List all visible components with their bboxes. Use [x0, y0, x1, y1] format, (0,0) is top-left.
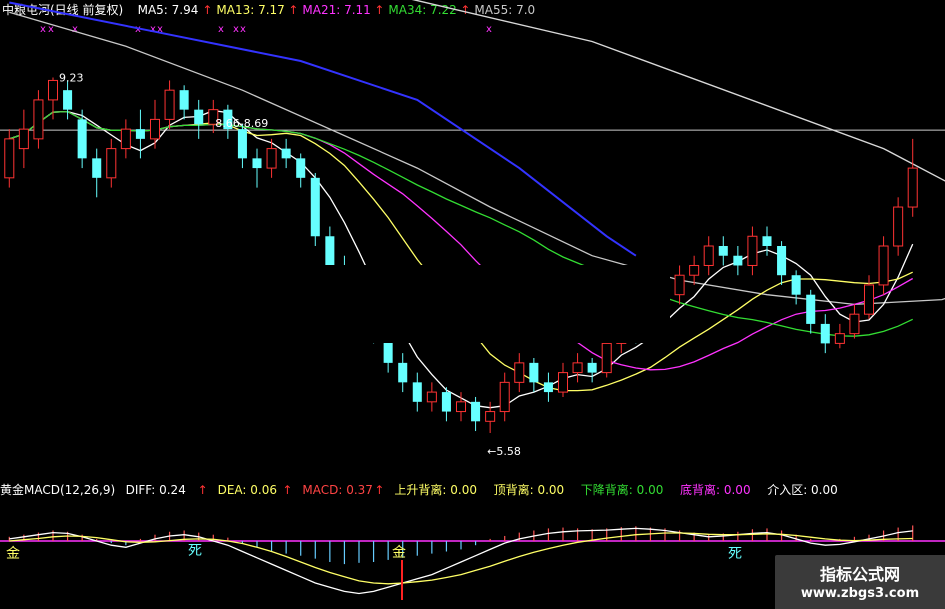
candle-body-19 [281, 148, 291, 159]
macd-header-item-4: 上升背离: 0.00 [394, 482, 477, 497]
candle-body-9 [135, 129, 145, 139]
macd-header-item-1: DIFF: 0.24 [126, 483, 186, 497]
candle-body-20 [296, 158, 306, 178]
overlay-box-top [535, 0, 945, 140]
macd-header-item-5: 顶背离: 0.00 [494, 482, 565, 497]
candle-body-52 [762, 236, 772, 246]
candle-body-7 [106, 148, 117, 179]
candle-body-18 [266, 148, 277, 169]
candle-body-58 [849, 313, 860, 335]
candle-body-34 [499, 381, 510, 413]
ma-label-1: MA13: 7.17 [216, 3, 284, 17]
candle-body-62 [907, 167, 918, 208]
candle-body-36 [529, 362, 539, 383]
candle-body-49 [718, 246, 728, 256]
candle-body-5 [77, 119, 87, 159]
overlay-box-middle [272, 265, 670, 343]
candle-body-38 [557, 372, 569, 393]
ma-label-0: MA5: 7.94 [138, 3, 199, 17]
ma-label-4: MA55: 7.08 [474, 3, 542, 17]
macd-header-item-7: 底背离: 0.00 [680, 482, 751, 497]
candle-body-6 [92, 158, 102, 178]
candle-body-0 [4, 138, 15, 179]
dead-cross-1: 死 [188, 543, 202, 559]
stock-chart-svg: 中粮屯河(日线 前复权) MA5: 7.94 ↑ MA13: 7.17 ↑ MA21: 7… [0, 0, 945, 600]
candle-body-33 [485, 411, 496, 422]
candle-body-59 [863, 284, 875, 315]
candle-body-13 [194, 109, 204, 125]
macd-header-arrow-2: ↑ [282, 483, 292, 497]
candle-body-11 [164, 89, 175, 120]
candle-body-3 [47, 79, 59, 101]
signal-marker-6: x [218, 24, 224, 35]
candle-body-22 [325, 236, 335, 266]
candle-body-21 [310, 177, 320, 237]
candle-body-51 [747, 235, 758, 266]
candle-body-61 [893, 206, 904, 247]
candle-body-32 [471, 401, 481, 422]
candle-body-17 [252, 158, 262, 169]
ma-arrow-1: ↑ [288, 3, 298, 17]
candle-body-55 [806, 294, 816, 324]
signal-marker-0: x [40, 24, 46, 35]
range-label: 8.66-8.69 [215, 117, 268, 130]
candle-body-30 [441, 392, 451, 412]
watermark-line1: 指标公式网 [819, 565, 900, 584]
candle-body-27 [398, 362, 408, 383]
dead-cross-2: 死 [728, 546, 742, 562]
candle-body-57 [834, 333, 845, 344]
candle-body-41 [601, 342, 612, 374]
candle-body-16 [237, 129, 247, 159]
gold-cross-1: 金 [6, 546, 20, 562]
candle-body-48 [703, 245, 714, 266]
candle-body-37 [543, 382, 553, 393]
macd-header-item-3: MACD: 0.37 [302, 483, 373, 497]
candle-body-47 [689, 264, 700, 276]
candle-body-56 [820, 323, 830, 344]
signal-marker-8: x [240, 24, 246, 35]
candle-body-2 [33, 99, 44, 140]
candle-body-31 [455, 401, 467, 413]
ma-label-3: MA34: 7.22 [388, 3, 456, 17]
candle-body-60 [878, 245, 889, 286]
signal-marker-2: x [72, 24, 78, 35]
candle-body-1 [18, 128, 29, 150]
macd-header-item-2: DEA: 0.06 [218, 483, 277, 497]
macd-header-arrow-3: ↑ [374, 483, 384, 497]
ma-arrow-2: ↑ [374, 3, 384, 17]
candle-body-29 [426, 391, 437, 403]
signal-marker-4: x [150, 24, 156, 35]
candle-body-53 [777, 246, 787, 276]
signal-marker-9: x [486, 24, 492, 35]
candle-body-8 [120, 128, 131, 150]
macd-header-item-8: 介入区: 0.00 [767, 483, 838, 497]
candle-body-39 [572, 362, 583, 374]
stock-chart-window: 中粮屯河(日线 前复权) MA5: 7.94 ↑ MA13: 7.17 ↑ MA21: 7… [0, 0, 945, 609]
candle-body-4 [63, 90, 73, 110]
ma-label-2: MA21: 7.11 [302, 3, 370, 17]
signal-marker-7: x [233, 24, 239, 35]
ma-arrow-3: ↑ [460, 3, 470, 17]
candle-body-46 [674, 274, 685, 296]
high-price-label: 9.23 [59, 72, 84, 85]
candle-body-50 [733, 255, 743, 266]
candle-body-35 [514, 362, 525, 383]
candle-body-28 [412, 382, 422, 402]
gold-cross-2: 金 [392, 545, 406, 561]
macd-header-item-0: 黄金MACD(12,26,9) [0, 482, 115, 497]
watermark-badge: 指标公式网 www.zbgs3.com [775, 555, 945, 609]
candle-body-12 [179, 90, 189, 110]
candle-body-40 [587, 362, 597, 373]
ma-arrow-0: ↑ [202, 3, 212, 17]
macd-header-arrow-1: ↑ [198, 483, 208, 497]
macd-header-item-6: 下降背离: 0.00 [581, 482, 664, 497]
candle-body-10 [149, 118, 161, 140]
low-price-label: ←5.58 [487, 445, 521, 458]
candle-body-54 [791, 275, 801, 295]
watermark-line2: www.zbgs3.com [800, 586, 920, 601]
